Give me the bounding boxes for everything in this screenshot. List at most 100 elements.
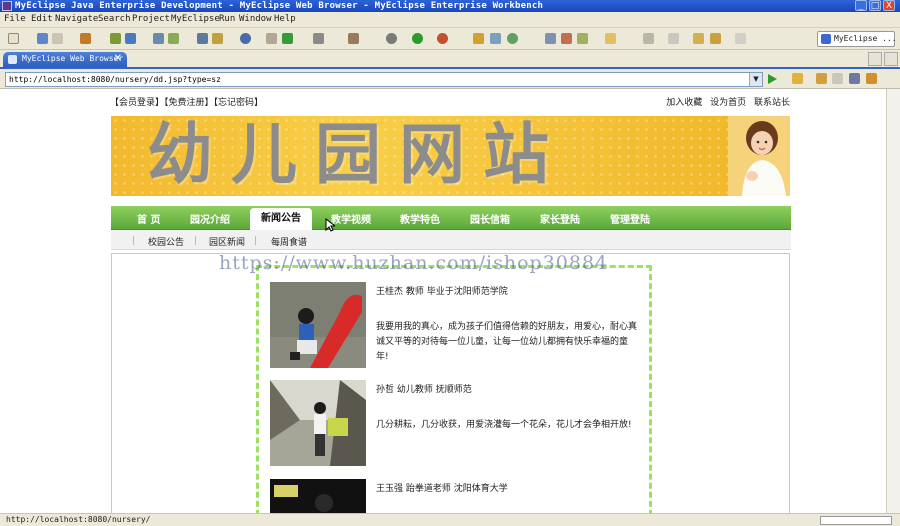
debug-icon[interactable]	[386, 33, 397, 44]
minimize-view-icon[interactable]	[868, 52, 882, 66]
external-tools-icon[interactable]	[437, 33, 448, 44]
open-type-icon[interactable]	[490, 33, 501, 44]
teacher-photo[interactable]	[270, 479, 366, 513]
teacher-name: 王桂杰 教师 毕业于沈阳师范学院	[376, 287, 508, 297]
banner-title: 幼儿园网站	[147, 116, 567, 193]
nav-admin-login[interactable]: 管理登陆	[610, 211, 650, 226]
vertical-scrollbar[interactable]	[886, 89, 900, 513]
menu-navigate[interactable]: Navigate	[55, 14, 98, 24]
maximize-view-icon[interactable]	[884, 52, 898, 66]
menu-run[interactable]: Run	[219, 14, 235, 24]
sub-nav: 校园公告 园区新闻 每周食谱	[111, 230, 791, 250]
teacher-card: 王玉强 跆拳道老师 沈阳体育大学	[270, 479, 642, 513]
db-icon[interactable]	[197, 33, 208, 44]
main-toolbar	[0, 28, 900, 50]
subnav-school-notice[interactable]: 校园公告	[148, 235, 184, 248]
gear-icon[interactable]	[110, 33, 121, 44]
annotation-icon[interactable]	[643, 33, 654, 44]
last-edit-icon[interactable]	[693, 33, 704, 44]
project-icon[interactable]	[348, 33, 359, 44]
add-favorite-link[interactable]: 加入收藏	[666, 98, 702, 108]
jsp-icon[interactable]	[266, 33, 277, 44]
nav-parent-login[interactable]: 家长登陆	[540, 211, 580, 226]
sync-icon[interactable]	[507, 33, 518, 44]
folder-icon[interactable]	[605, 33, 616, 44]
site-banner: 幼儿园网站	[111, 116, 790, 196]
teacher-name: 孙哲 幼儿教师 抚顺师范	[376, 385, 472, 395]
brush-icon[interactable]	[561, 33, 572, 44]
build-icon[interactable]	[125, 33, 136, 44]
go-icon[interactable]	[768, 74, 777, 84]
menu-search[interactable]: Search	[98, 14, 131, 24]
main-nav: 首 页 园况介绍 新闻公告 教学视频 教学特色 园长信箱 家长登陆 管理登陆	[111, 206, 791, 230]
search-icon[interactable]	[545, 33, 556, 44]
new-class-icon[interactable]	[473, 33, 484, 44]
subnav-weekly-menu[interactable]: 每周食谱	[271, 235, 307, 248]
site-top-links: 【会员登录】【免费注册】【忘记密码】 加入收藏 设为首页 联系站长	[110, 93, 790, 108]
maximize-button[interactable]: □	[869, 0, 881, 11]
teacher-card: 孙哲 幼儿教师 抚顺师范 几分耕耘，几分收获，用爱浇灌每一个花朵，花儿才会争相开…	[270, 380, 642, 470]
wizard-icon[interactable]	[212, 33, 223, 44]
menu-project[interactable]: Project	[132, 14, 170, 24]
mouse-cursor-icon	[325, 218, 335, 232]
console-icon[interactable]	[313, 33, 324, 44]
watermark-text: https://www.huzhan.com/ishop30884	[219, 252, 609, 274]
menu-file[interactable]: File	[4, 14, 26, 24]
refresh-page-icon[interactable]	[866, 73, 877, 84]
menu-edit[interactable]: Edit	[31, 14, 53, 24]
nav-home[interactable]: 首 页	[137, 211, 160, 226]
globe-icon[interactable]	[240, 33, 251, 44]
utility-links: 加入收藏 设为首页 联系站长	[661, 95, 790, 108]
menu-help[interactable]: Help	[274, 14, 296, 24]
server-icon[interactable]	[168, 33, 179, 44]
print-icon[interactable]	[52, 33, 63, 44]
member-links[interactable]: 【会员登录】【免费注册】【忘记密码】	[110, 95, 263, 108]
url-input[interactable]: http://localhost:8080/nursery/dd.jsp?typ…	[5, 72, 763, 87]
url-dropdown-icon[interactable]: ▼	[749, 73, 762, 86]
nav-news-active[interactable]: 新闻公告	[250, 208, 312, 230]
menu-myeclipse[interactable]: MyEclipse	[171, 14, 220, 24]
status-bar: http://localhost:8080/nursery/	[0, 513, 900, 526]
task-icon[interactable]	[577, 33, 588, 44]
stop-icon[interactable]	[849, 73, 860, 84]
back-icon[interactable]	[816, 73, 827, 84]
menu-bar: File Edit Navigate Search Project MyEcli…	[0, 12, 900, 28]
new-icon[interactable]	[8, 33, 19, 44]
nav-features[interactable]: 教学特色	[400, 211, 440, 226]
perspective-switcher[interactable]: MyEclipse ...	[817, 31, 897, 47]
minimize-button[interactable]: _	[855, 0, 867, 11]
close-button[interactable]: X	[883, 0, 895, 11]
status-text: http://localhost:8080/nursery/	[6, 515, 151, 524]
forward-icon[interactable]	[832, 73, 843, 84]
refresh-icon[interactable]	[282, 33, 293, 44]
nav-videos[interactable]: 教学视频	[331, 211, 371, 226]
nav-mailbox[interactable]: 园长信箱	[470, 211, 510, 226]
run-icon[interactable]	[412, 33, 423, 44]
teacher-photo[interactable]	[270, 282, 366, 368]
child-photo	[728, 116, 790, 196]
contact-admin-link[interactable]: 联系站长	[754, 98, 790, 108]
tab-close-icon[interactable]: ✕	[114, 53, 122, 64]
web-viewport: 【会员登录】【免费注册】【忘记密码】 加入收藏 设为首页 联系站长 幼儿园网站 …	[0, 89, 900, 513]
forward-arrow-icon[interactable]	[735, 33, 746, 44]
set-homepage-link[interactable]: 设为首页	[710, 98, 746, 108]
window-title: MyEclipse Java Enterprise Development - …	[15, 1, 544, 11]
subnav-divider	[133, 236, 134, 245]
teacher-desc: 几分耕耘，几分收获，用爱浇灌每一个花朵，花儿才会争相开放!	[376, 420, 632, 430]
package-icon[interactable]	[80, 33, 91, 44]
menu-window[interactable]: Window	[239, 14, 272, 24]
teacher-desc: 我要用我的真心，成为孩子们值得信赖的好朋友，用爱心，耐心真诚又平等的对待每一位儿…	[376, 322, 638, 362]
bookmark-icon[interactable]	[792, 73, 803, 84]
tab-web-browser[interactable]: MyEclipse Web Browser ✕	[3, 52, 127, 68]
back-arrow-icon[interactable]	[710, 33, 721, 44]
save-icon[interactable]	[37, 33, 48, 44]
progress-bar	[820, 516, 892, 525]
subnav-divider	[195, 236, 196, 245]
subnav-divider	[255, 236, 256, 245]
teacher-photo[interactable]	[270, 380, 366, 466]
subnav-campus-news[interactable]: 园区新闻	[209, 235, 245, 248]
nav-about[interactable]: 园况介绍	[190, 211, 230, 226]
teacher-name: 王玉强 跆拳道老师 沈阳体育大学	[376, 484, 508, 494]
next-annotation-icon[interactable]	[668, 33, 679, 44]
deploy-icon[interactable]	[153, 33, 164, 44]
